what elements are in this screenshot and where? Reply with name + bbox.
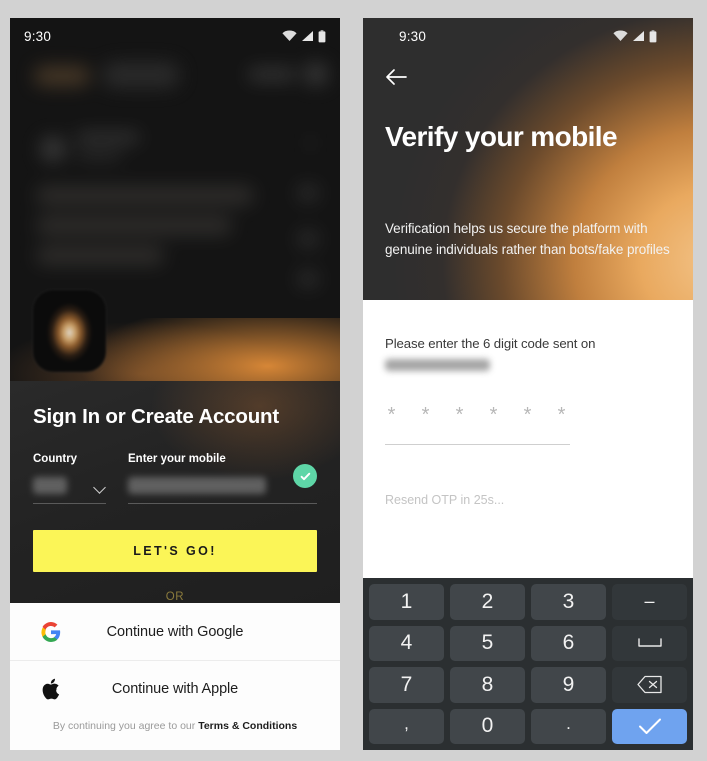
wifi-icon bbox=[282, 30, 297, 42]
country-underline bbox=[33, 503, 106, 504]
key-0[interactable]: 0 bbox=[450, 708, 525, 744]
battery-icon bbox=[649, 29, 657, 43]
key-label: 6 bbox=[562, 631, 575, 655]
mobile-label: Enter your mobile bbox=[128, 453, 226, 465]
key-label: – bbox=[644, 591, 655, 612]
key-comma[interactable]: , bbox=[369, 708, 444, 744]
key-minus[interactable]: – bbox=[612, 584, 687, 620]
otp-instruction-label: Please enter the 6 digit code sent on bbox=[385, 336, 596, 351]
mobile-underline bbox=[128, 503, 317, 504]
arrow-left-icon bbox=[385, 68, 407, 91]
key-4[interactable]: 4 bbox=[369, 625, 444, 661]
status-icons bbox=[282, 29, 326, 43]
key-backspace[interactable] bbox=[612, 667, 687, 703]
key-label: 3 bbox=[562, 589, 575, 613]
otp-digit-row[interactable]: * * * * * * bbox=[385, 405, 671, 425]
space-icon bbox=[637, 637, 663, 649]
phone-entry-fields: Country Enter your mobile bbox=[33, 453, 317, 504]
continue-with-apple-button[interactable]: Continue with Apple bbox=[10, 660, 340, 717]
chevron-down-icon bbox=[93, 481, 106, 494]
left-phone-signin-screen: 9:30 Sign In or Create Account Country E… bbox=[10, 18, 340, 750]
google-icon bbox=[41, 621, 61, 642]
status-time: 9:30 bbox=[399, 28, 427, 44]
key-label: 1 bbox=[400, 589, 413, 613]
country-value-redacted bbox=[33, 477, 67, 494]
lets-go-button[interactable]: LET'S GO! bbox=[33, 530, 317, 572]
key-7[interactable]: 7 bbox=[369, 667, 444, 703]
otp-digit[interactable]: * bbox=[487, 405, 500, 425]
otp-phone-number-redacted bbox=[385, 359, 490, 371]
key-6[interactable]: 6 bbox=[531, 625, 606, 661]
feed-thumbnail-image bbox=[33, 290, 106, 372]
numeric-keypad: 1 2 3 – 4 5 6 7 8 9, 0. bbox=[363, 578, 693, 750]
key-2[interactable]: 2 bbox=[450, 584, 525, 620]
signal-icon bbox=[632, 30, 645, 42]
or-divider-label: OR bbox=[165, 591, 185, 603]
wifi-icon bbox=[613, 30, 628, 42]
battery-icon bbox=[318, 29, 326, 43]
key-enter[interactable] bbox=[612, 708, 687, 744]
status-icons bbox=[613, 29, 657, 43]
key-label: 0 bbox=[481, 714, 494, 738]
key-9[interactable]: 9 bbox=[531, 667, 606, 703]
page-title: Verify your mobile bbox=[385, 121, 618, 152]
google-label: Continue with Google bbox=[106, 623, 244, 640]
otp-digit[interactable]: * bbox=[453, 405, 466, 425]
country-select[interactable]: Country bbox=[33, 453, 106, 504]
dual-phone-screenshot: 9:30 Sign In or Create Account Country E… bbox=[0, 0, 707, 761]
signin-sheet: Sign In or Create Account Country Enter … bbox=[10, 381, 340, 750]
back-button[interactable] bbox=[381, 64, 411, 94]
country-label: Country bbox=[33, 453, 78, 465]
key-label: 5 bbox=[481, 631, 494, 655]
check-icon bbox=[637, 716, 663, 736]
terms-text: By continuing you agree to our Terms & C… bbox=[10, 720, 340, 750]
key-1[interactable]: 1 bbox=[369, 584, 444, 620]
otp-digit[interactable]: * bbox=[555, 405, 568, 425]
otp-entry-section: Please enter the 6 digit code sent on * … bbox=[363, 300, 693, 578]
resend-otp-timer: Resend OTP in 25s... bbox=[385, 493, 505, 507]
terms-link[interactable]: Terms & Conditions bbox=[198, 720, 297, 732]
otp-hero-header: 9:30 Verify your mobile Verification hel… bbox=[363, 18, 693, 300]
page-title: Sign In or Create Account bbox=[33, 405, 279, 428]
mobile-input[interactable]: Enter your mobile bbox=[128, 453, 317, 504]
status-bar-right: 9:30 bbox=[385, 18, 671, 54]
key-3[interactable]: 3 bbox=[531, 584, 606, 620]
page-description: Verification helps us secure the platfor… bbox=[385, 221, 670, 258]
status-bar-left: 9:30 bbox=[10, 18, 340, 54]
key-label: 9 bbox=[562, 672, 575, 696]
key-label: 2 bbox=[481, 589, 494, 613]
apple-icon bbox=[41, 678, 60, 700]
check-circle-icon bbox=[293, 464, 317, 488]
signin-form-section: Sign In or Create Account Country Enter … bbox=[10, 381, 340, 603]
status-time: 9:30 bbox=[24, 28, 52, 44]
mobile-value-redacted bbox=[128, 477, 266, 494]
otp-digit[interactable]: * bbox=[385, 405, 398, 425]
apple-label: Continue with Apple bbox=[111, 681, 239, 697]
social-login-section: Continue with Google Continue with Apple… bbox=[10, 603, 340, 750]
signal-icon bbox=[301, 30, 314, 42]
key-label: 7 bbox=[400, 672, 413, 696]
otp-underline bbox=[385, 444, 570, 445]
backspace-icon bbox=[636, 675, 663, 694]
key-5[interactable]: 5 bbox=[450, 625, 525, 661]
otp-digit[interactable]: * bbox=[419, 405, 432, 425]
key-8[interactable]: 8 bbox=[450, 667, 525, 703]
key-space[interactable] bbox=[612, 625, 687, 661]
key-label: . bbox=[566, 714, 571, 733]
continue-with-google-button[interactable]: Continue with Google bbox=[10, 603, 340, 660]
key-label: , bbox=[404, 714, 409, 733]
key-label: 4 bbox=[400, 631, 413, 655]
otp-digit[interactable]: * bbox=[521, 405, 534, 425]
key-period[interactable]: . bbox=[531, 708, 606, 744]
key-label: 8 bbox=[481, 672, 494, 696]
terms-prefix: By continuing you agree to our bbox=[52, 720, 199, 732]
right-phone-otp-screen: 9:30 Verify your mobile Verification hel… bbox=[363, 18, 693, 750]
